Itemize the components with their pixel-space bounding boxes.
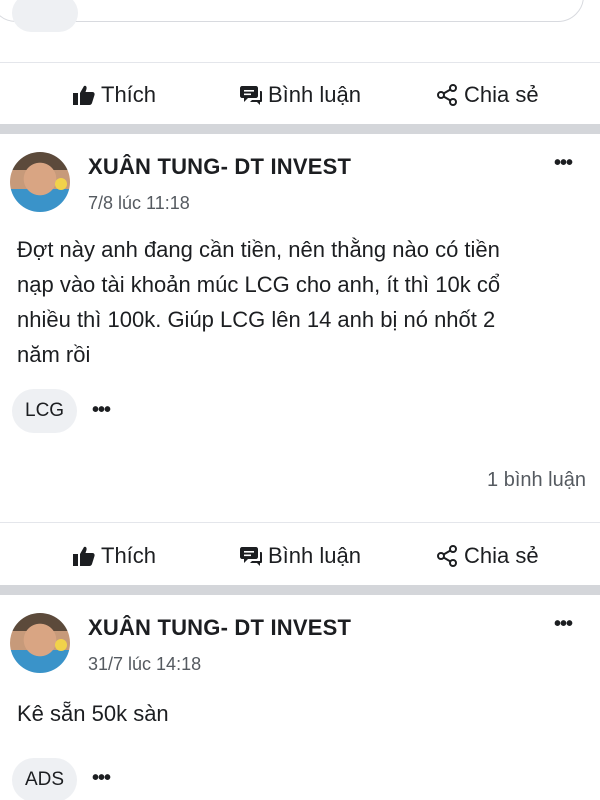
post-action-bar: Thích Bình luận Chia sẻ — [0, 66, 600, 124]
author-name[interactable]: XUÂN TUNG- DT INVEST — [88, 615, 351, 641]
comment-input-edge[interactable]: , — [0, 0, 584, 23]
post-action-bar: Thích Bình luận Chia sẻ — [0, 527, 600, 585]
post-timestamp[interactable]: 7/8 lúc 11:18 — [88, 193, 190, 214]
more-options-icon[interactable]: ••• — [554, 152, 573, 175]
comment-icon — [240, 547, 262, 566]
tag-chip[interactable]: LCG — [12, 389, 78, 433]
post-text-line: năm rồi — [17, 342, 91, 367]
like-label: Thích — [101, 82, 157, 107]
post-text-line: nạp vào tài khoản múc LCG cho anh, ít th… — [17, 272, 501, 297]
comment-label: Bình luận — [268, 82, 361, 107]
share-button[interactable]: Chia sẻ — [436, 543, 539, 569]
more-options-icon[interactable]: ••• — [92, 767, 111, 790]
comment-button[interactable]: Bình luận — [240, 543, 361, 569]
share-icon — [437, 545, 457, 567]
author-avatar[interactable] — [10, 152, 70, 212]
like-button[interactable]: Thích — [73, 543, 156, 569]
share-label: Chia sẻ — [464, 543, 539, 568]
author-name[interactable]: XUÂN TUNG- DT INVEST — [88, 154, 351, 180]
comment-button[interactable]: Bình luận — [240, 82, 361, 108]
post-body: Kê sẵn 50k sàn — [17, 696, 587, 731]
post-separator — [0, 585, 600, 595]
share-label: Chia sẻ — [464, 82, 539, 107]
like-label: Thích — [101, 543, 157, 568]
post-text-line: Đợt này anh đang cần tiền, nên thằng nào… — [17, 237, 500, 262]
post-body: Đợt này anh đang cần tiền, nên thằng nào… — [17, 232, 587, 372]
previous-post-remnant: , — [0, 0, 600, 64]
author-avatar[interactable] — [10, 613, 70, 673]
post-timestamp[interactable]: 31/7 lúc 14:18 — [88, 654, 201, 675]
comment-count[interactable]: 1 bình luận — [487, 469, 586, 492]
post-text-line: nhiều thì 100k. Giúp LCG lên 14 anh bị n… — [17, 307, 496, 332]
post-separator — [0, 124, 600, 134]
share-icon — [437, 84, 457, 106]
comment-label: Bình luận — [268, 543, 361, 568]
comment-icon — [240, 86, 262, 105]
feed-post: XUÂN TUNG- DT INVEST 7/8 lúc 11:18 ••• Đ… — [0, 134, 600, 586]
tag-chip[interactable]: ADS — [12, 758, 78, 800]
thumbs-up-icon — [73, 85, 95, 105]
thumbs-up-icon — [73, 546, 95, 566]
like-button[interactable]: Thích — [73, 82, 156, 108]
share-button[interactable]: Chia sẻ — [436, 82, 539, 108]
post-text-line: Kê sẵn 50k sàn — [17, 701, 169, 726]
more-options-icon[interactable]: ••• — [554, 613, 573, 636]
more-options-icon[interactable]: ••• — [92, 399, 111, 422]
feed-post: XUÂN TUNG- DT INVEST 31/7 lúc 14:18 ••• … — [0, 595, 600, 800]
tag-chip-edge[interactable] — [12, 0, 78, 32]
